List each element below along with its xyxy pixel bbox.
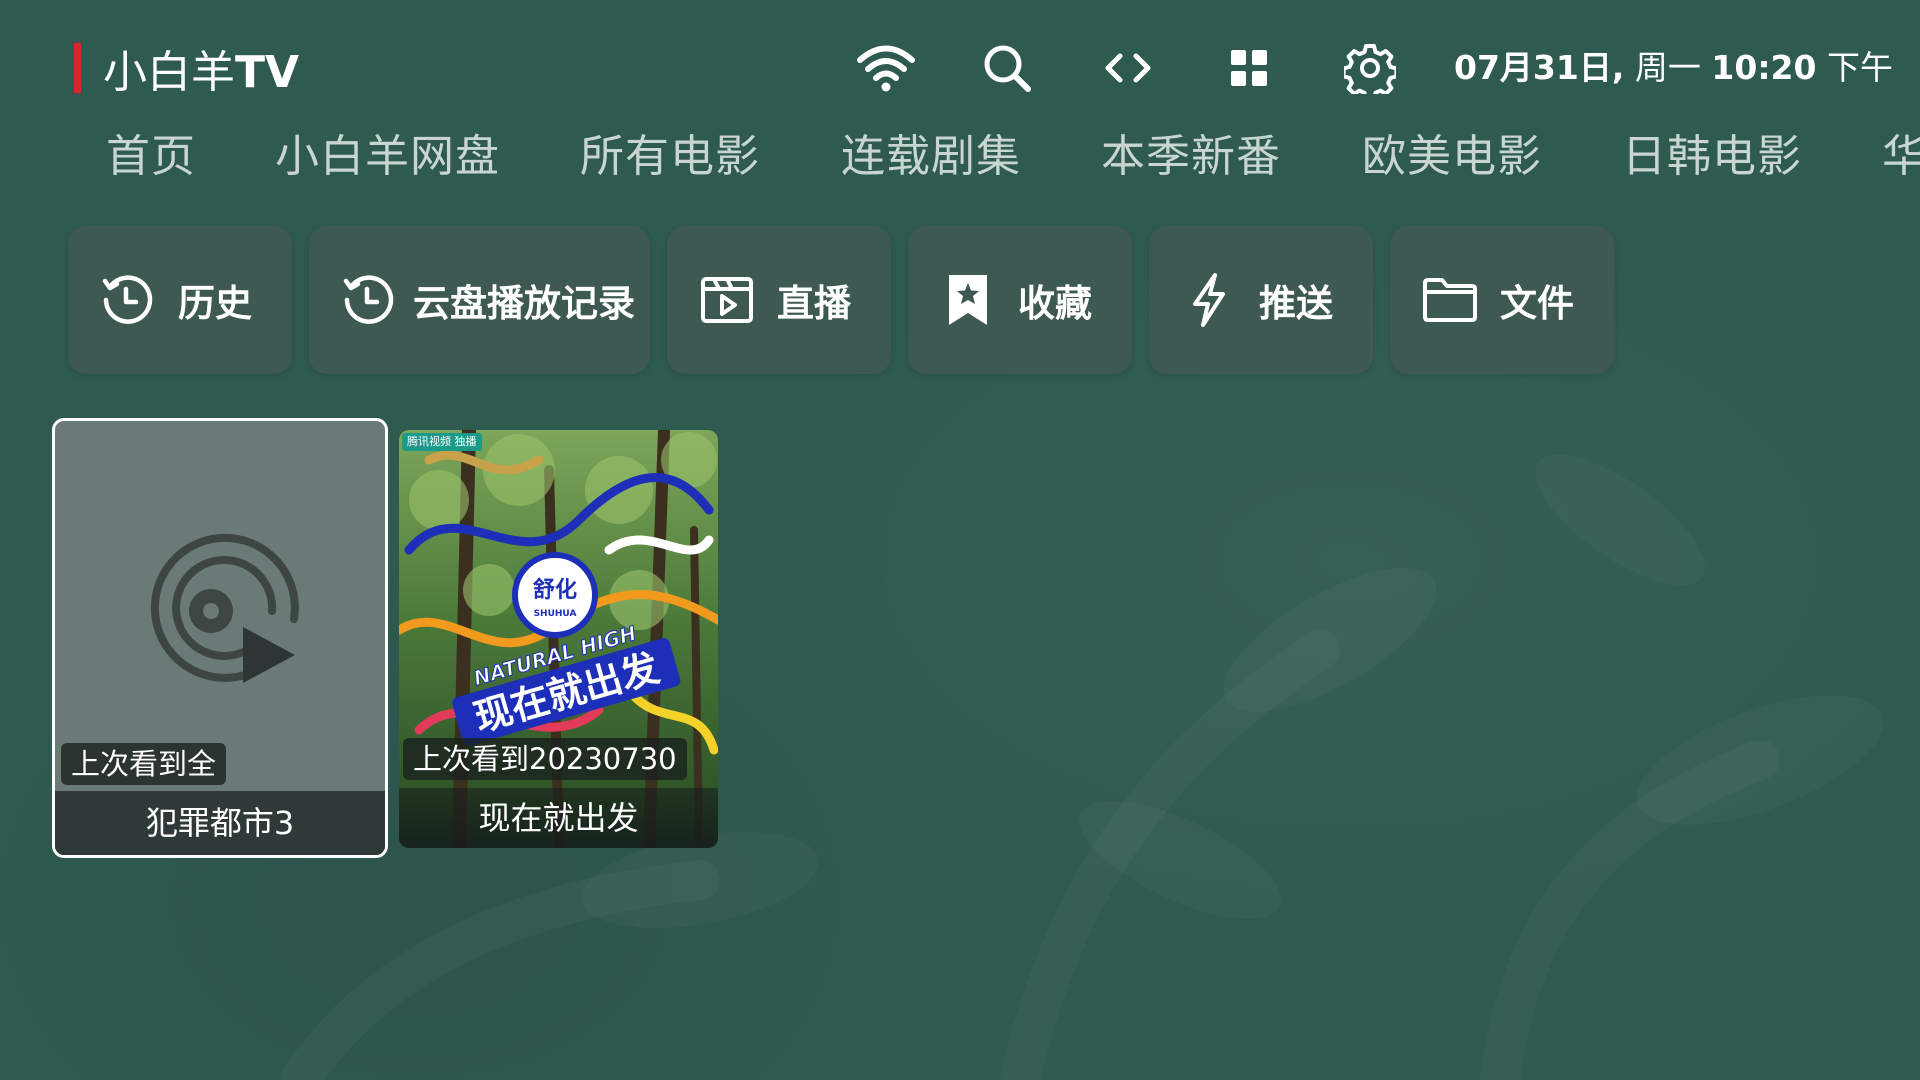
favorites-button[interactable]: 收藏: [908, 226, 1132, 374]
card-title: 现在就出发: [399, 788, 718, 848]
app-brand: 小白羊TV: [74, 42, 299, 98]
favorites-button-label: 收藏: [1018, 282, 1092, 325]
brand-suffix: TV: [235, 47, 300, 98]
files-button[interactable]: 文件: [1390, 226, 1614, 374]
cloud-play-record-label: 云盘播放记录: [413, 282, 635, 325]
tab-chinese-partial[interactable]: 华: [1882, 122, 1920, 192]
history-icon: [100, 272, 156, 328]
date-text: 07月31日,: [1454, 48, 1625, 87]
grid-icon[interactable]: [1217, 38, 1281, 98]
weekday-text: 周一: [1634, 48, 1701, 87]
live-button-label: 直播: [777, 282, 851, 325]
cloud-play-record-button[interactable]: 云盘播放记录: [309, 226, 650, 374]
wifi-icon[interactable]: [854, 38, 918, 98]
tab-cloud-drive[interactable]: 小白羊网盘: [275, 122, 500, 192]
tab-new-anime[interactable]: 本季新番: [1101, 122, 1281, 192]
search-icon[interactable]: [975, 38, 1039, 98]
gear-icon[interactable]: [1338, 38, 1402, 98]
history-card-focused[interactable]: 上次看到全 犯罪都市3: [52, 418, 388, 858]
progress-badge: 上次看到全: [61, 743, 227, 785]
history-card[interactable]: 舒化 SHUHUA NATURAL HIGH 现在就出发 腾讯视频 独播 上次看…: [399, 430, 718, 848]
push-button[interactable]: 推送: [1149, 226, 1373, 374]
folder-icon: [1422, 272, 1478, 328]
app-title: 小白羊TV: [103, 36, 299, 100]
live-button[interactable]: 直播: [667, 226, 891, 374]
tab-series[interactable]: 连载剧集: [841, 122, 1021, 192]
live-video-icon: [699, 272, 755, 328]
push-button-label: 推送: [1259, 282, 1333, 325]
play-disc-icon: [139, 531, 309, 701]
files-button-label: 文件: [1500, 282, 1574, 325]
platform-tag: 腾讯视频 独播: [402, 433, 482, 451]
category-tab-bar: 首页 小白羊网盘 所有电影 连载剧集 本季新番 欧美电影 日韩电影 华: [106, 122, 1920, 192]
tab-home[interactable]: 首页: [106, 122, 196, 192]
poster-image: 舒化 SHUHUA NATURAL HIGH 现在就出发: [399, 430, 718, 848]
brand-name: 小白羊: [103, 47, 235, 98]
brand-accent-bar: [74, 43, 81, 93]
history-button-label: 历史: [178, 282, 252, 325]
poster-badge-sub: SHUHUA: [534, 609, 577, 619]
tab-all-movies[interactable]: 所有电影: [580, 122, 760, 192]
time-text: 10:20: [1711, 48, 1817, 87]
poster-badge-main: 舒化: [533, 577, 577, 603]
bookmark-star-icon: [940, 272, 996, 328]
tab-western-movies[interactable]: 欧美电影: [1362, 122, 1542, 192]
history-icon: [341, 272, 397, 328]
date-time: 07月31日, 周一 10:20 下午: [1454, 46, 1893, 90]
card-title: 犯罪都市3: [55, 791, 385, 855]
lightning-icon: [1181, 272, 1237, 328]
period-text: 下午: [1826, 48, 1893, 87]
code-arrows-icon[interactable]: [1096, 38, 1160, 98]
history-button[interactable]: 历史: [68, 226, 292, 374]
tab-jp-kr-movies[interactable]: 日韩电影: [1622, 122, 1802, 192]
progress-badge: 上次看到20230730: [403, 738, 687, 780]
